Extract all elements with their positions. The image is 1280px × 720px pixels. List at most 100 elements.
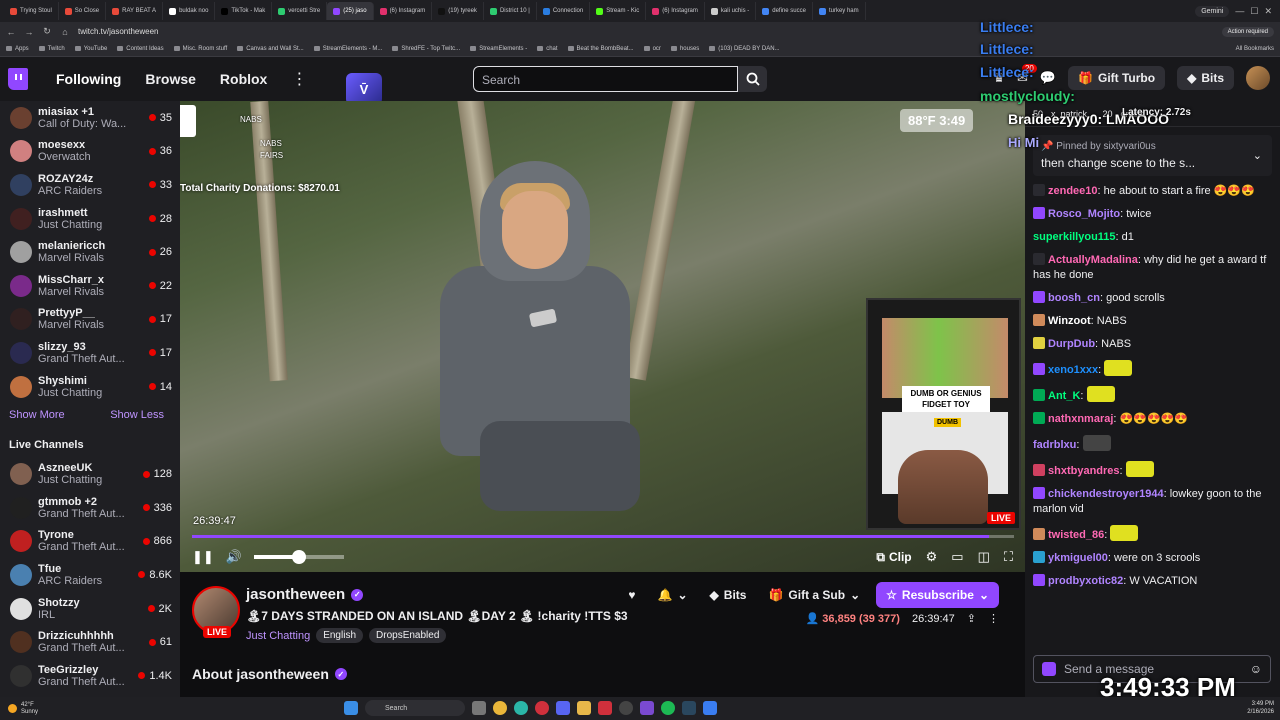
taskbar-search[interactable]: Search <box>365 700 465 716</box>
chat-username[interactable]: xeno1xxx <box>1048 364 1098 376</box>
steam-icon[interactable] <box>682 701 696 715</box>
home-icon[interactable]: ⌂ <box>60 27 70 37</box>
chat-username[interactable]: fadrblxu <box>1033 439 1076 451</box>
settings-gear-icon[interactable]: ⚙ <box>926 549 938 565</box>
pinned-message[interactable]: 📌 Pinned by sixtyvari0us then change sce… <box>1033 135 1272 176</box>
sidebar-channel[interactable]: AszneeUK Just Chatting 128 <box>0 457 180 491</box>
chat-message[interactable]: ykmiguel00: were on 3 scrools <box>1033 547 1272 570</box>
chat-username[interactable]: chickendestroyer1944 <box>1048 488 1164 500</box>
gemini-button[interactable]: Gemini <box>1195 5 1230 17</box>
taskbar-clock[interactable]: 3:49 PM 2/16/2026 <box>1247 700 1274 716</box>
opera-icon[interactable] <box>535 701 549 715</box>
show-less-link[interactable]: Show Less <box>110 409 164 421</box>
fullscreen-icon[interactable]: ⛶ <box>1004 549 1013 565</box>
nav-browse[interactable]: Browse <box>145 71 196 87</box>
chat-message[interactable]: superkillyou115: d1 <box>1033 226 1272 249</box>
nav-roblox[interactable]: Roblox <box>220 71 267 87</box>
windows-start-icon[interactable] <box>344 701 358 715</box>
chat-message[interactable]: zendee10: he about to start a fire 😍😍😍 <box>1033 180 1272 203</box>
sidebar-channel[interactable]: Shyshimi Just Chatting 14 <box>0 370 180 404</box>
whispers-icon[interactable]: 💬 <box>1040 70 1056 86</box>
sidebar-channel[interactable]: Tyrone Grand Theft Aut... 866 <box>0 525 180 559</box>
gift-turbo-button[interactable]: 🎁 Gift Turbo <box>1068 66 1166 90</box>
search-input[interactable]: Search <box>473 66 738 92</box>
browser-tab[interactable]: Trying Stoul <box>4 2 59 20</box>
category-link[interactable]: Just Chatting <box>246 630 310 642</box>
sidebar-channel[interactable]: TeeGrizzley Grand Theft Aut... 1.4K <box>0 659 180 693</box>
chat-username[interactable]: twisted_86 <box>1048 529 1104 541</box>
sidebar-channel[interactable]: Shotzzy IRL 2K <box>0 592 180 626</box>
bookmark-item[interactable]: (103) DEAD BY DAN... <box>709 46 780 52</box>
volume-knob[interactable] <box>291 550 306 564</box>
bookmark-item[interactable]: StreamElements - <box>470 46 527 52</box>
forward-icon[interactable]: → <box>24 27 34 37</box>
all-bookmarks[interactable]: All Bookmarks <box>1236 46 1274 52</box>
chat-username[interactable]: nathxnmaraj <box>1048 413 1113 425</box>
share-icon[interactable]: ⇪ <box>967 612 976 625</box>
bookmark-item[interactable]: Canvas and Wall St... <box>237 46 304 52</box>
sidebar-channel[interactable]: miasiax +1 Call of Duty: Wa... 35 <box>0 101 180 135</box>
back-icon[interactable]: ← <box>6 27 16 37</box>
bookmark-item[interactable]: StreamElements - M... <box>313 46 382 52</box>
sidebar-channel[interactable]: PrettyyP__ Marvel Rivals 17 <box>0 303 180 337</box>
chat-username[interactable]: DurpDub <box>1048 338 1095 350</box>
chat-message[interactable]: prodbyxotic82: W VACATION <box>1033 570 1272 593</box>
bits-button[interactable]: ◆ Bits <box>1177 66 1234 90</box>
spotify-icon[interactable] <box>661 701 675 715</box>
close-icon[interactable]: ✕ <box>1264 6 1272 17</box>
browser-tab[interactable]: buldak noo <box>163 2 216 20</box>
pip-video[interactable]: DUMB OR GENIUS FIDGET TOY DUMB LIVE <box>866 298 1021 530</box>
chrome-icon[interactable] <box>493 701 507 715</box>
browser-tab[interactable]: (19) tyreek <box>432 2 484 20</box>
more-options-icon[interactable]: ⋮ <box>988 612 999 625</box>
chat-message[interactable]: xeno1xxx: <box>1033 356 1272 382</box>
chat-message[interactable]: Winzoot: NABS <box>1033 310 1272 333</box>
chat-username[interactable]: ykmiguel00 <box>1048 552 1108 564</box>
bookmark-item[interactable]: houses <box>670 46 699 52</box>
resubscribe-button[interactable]: ☆ Resubscribe ⌄ <box>876 582 999 608</box>
taskbar-weather[interactable]: 42°F Sunny <box>8 702 38 716</box>
sidebar-channel[interactable]: Tfue ARC Raiders 8.6K <box>0 558 180 592</box>
bookmark-item[interactable]: Content Ideas <box>117 46 164 52</box>
discord-icon[interactable] <box>556 701 570 715</box>
gift-sub-button[interactable]: 🎁 Gift a Sub ⌄ <box>762 583 866 607</box>
chat-message[interactable]: boosh_cn: good scrolls <box>1033 287 1272 310</box>
browser-tab[interactable]: define succe <box>756 2 813 20</box>
bookmark-item[interactable]: Apps <box>6 46 29 52</box>
search-button[interactable] <box>738 66 767 92</box>
chevron-down-icon[interactable]: ⌄ <box>1253 149 1262 162</box>
browser-tab[interactable]: vercetti Stre <box>272 2 328 20</box>
bookmark-item[interactable]: Misc. Room stuff <box>173 46 227 52</box>
app-icon[interactable] <box>703 701 717 715</box>
sidebar-channel[interactable]: moesexx Overwatch 36 <box>0 135 180 169</box>
volume-slider[interactable] <box>253 550 344 564</box>
sidebar-channel[interactable]: melaniericch Marvel Rivals 26 <box>0 235 180 269</box>
chat-message[interactable]: twisted_86: <box>1033 521 1272 547</box>
chat-username[interactable]: Ant_K <box>1048 390 1080 402</box>
chat-username[interactable]: shxtbyandres <box>1048 465 1120 477</box>
chat-username[interactable]: prodbyxotic82 <box>1048 575 1123 587</box>
task-view-icon[interactable] <box>472 701 486 715</box>
theatre-mode-icon[interactable]: ▭ <box>951 549 963 565</box>
streamer-name[interactable]: jasontheween <box>246 586 345 603</box>
browser-tab[interactable]: So Close <box>59 2 107 20</box>
bookmark-item[interactable]: chat <box>537 46 558 52</box>
sidebar-channel[interactable]: ROZAY24z ARC Raiders 33 <box>0 168 180 202</box>
more-menu-icon[interactable]: ⋮ <box>291 69 307 89</box>
chat-message[interactable]: ActuallyMadalina: why did he get a award… <box>1033 249 1272 287</box>
chat-username[interactable]: Rosco_Mojito <box>1048 208 1120 220</box>
minimize-icon[interactable]: — <box>1235 6 1244 16</box>
chat-username[interactable]: ActuallyMadalina <box>1048 254 1138 266</box>
twitch-logo-icon[interactable] <box>8 68 28 90</box>
browser-tab[interactable]: TikTok - Mak <box>215 2 273 20</box>
chat-message[interactable]: nathxnmaraj: 😍😍😍😍😍 <box>1033 408 1272 431</box>
pause-icon[interactable]: ❚❚ <box>192 549 214 565</box>
browser-tab[interactable]: RAY BEAT A <box>106 2 164 20</box>
emote-picker-icon[interactable]: ☺ <box>1250 662 1262 676</box>
chat-message[interactable]: Rosco_Mojito: twice <box>1033 203 1272 226</box>
chat-username[interactable]: Winzoot <box>1048 315 1091 327</box>
edge-icon[interactable] <box>514 701 528 715</box>
clip-button[interactable]: ⧉ Clip <box>876 550 911 565</box>
bits-cheer-button[interactable]: ◆ Bits <box>704 583 753 607</box>
follow-heart-button[interactable]: ♥ <box>622 583 641 607</box>
